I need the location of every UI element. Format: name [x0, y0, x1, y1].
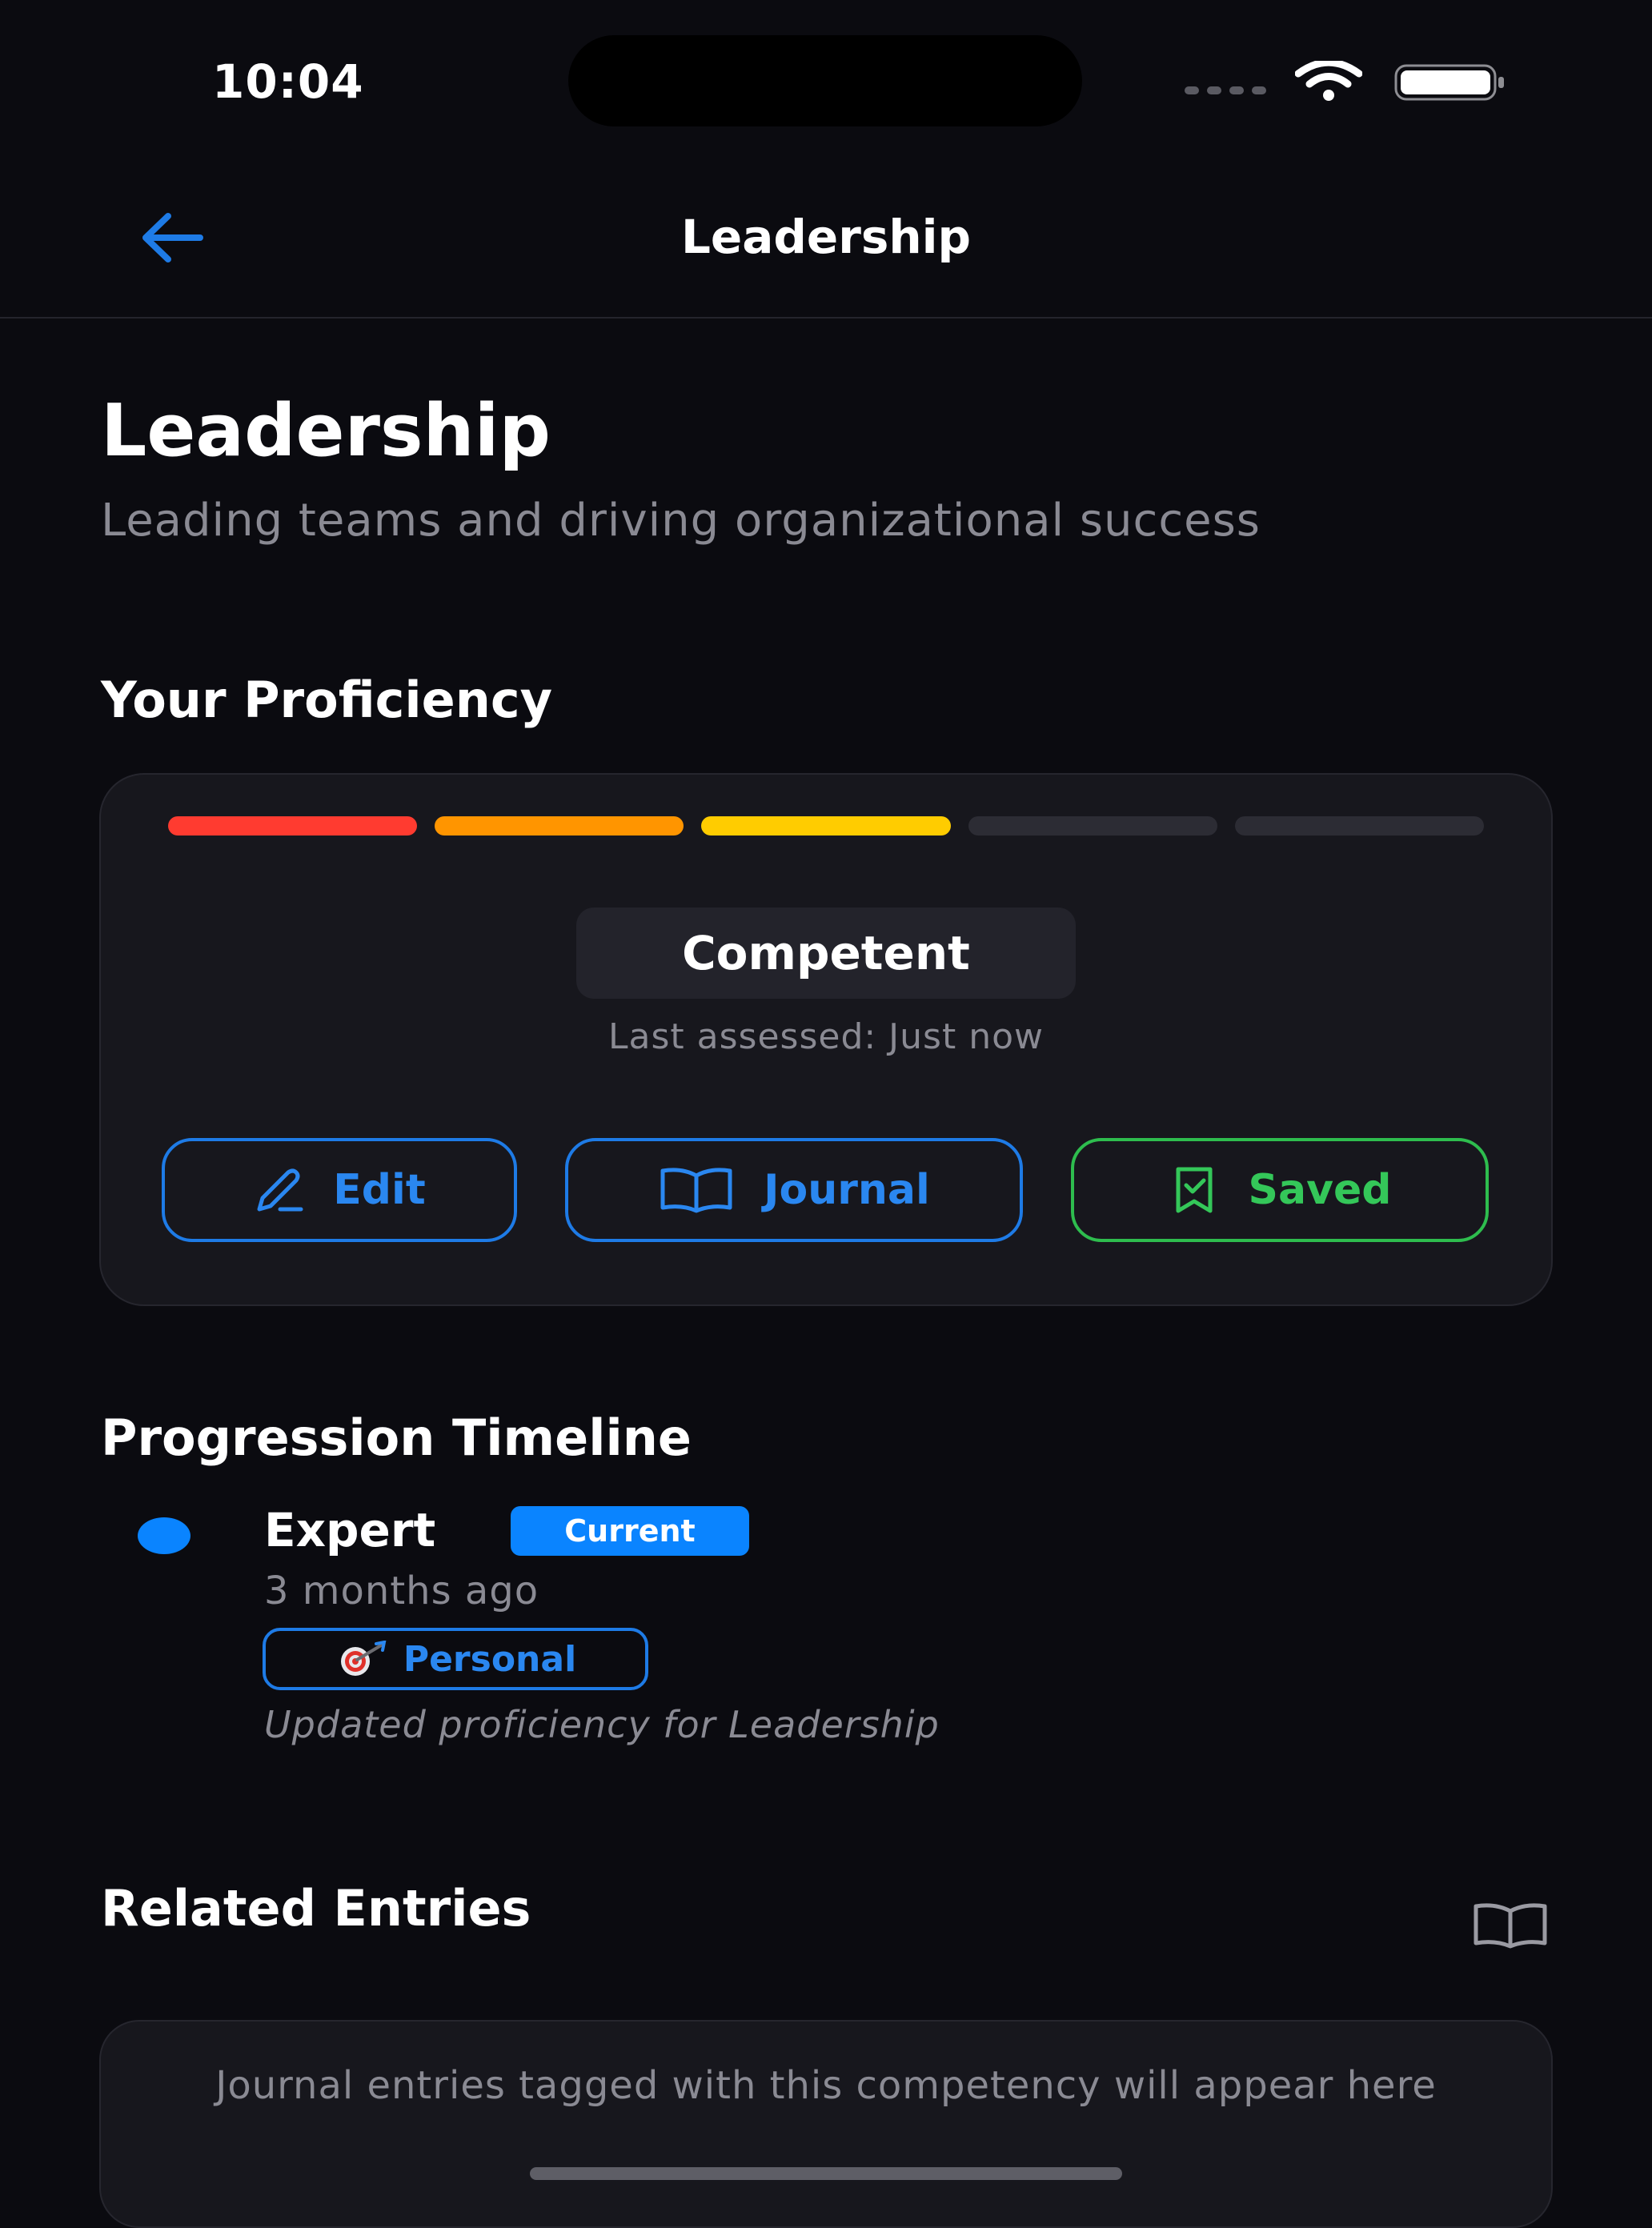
edit-button-label: Edit	[333, 1166, 426, 1214]
journal-button[interactable]: Journal	[565, 1138, 1023, 1242]
battery-icon	[1394, 64, 1504, 101]
timeline-entry-note: Updated proficiency for Leadership	[264, 1703, 940, 1746]
related-empty-text: Journal entries tagged with this compete…	[215, 2063, 1437, 2108]
related-entries-heading: Related Entries	[101, 1879, 531, 1937]
journal-button-label: Journal	[764, 1166, 930, 1214]
wifi-icon	[1295, 61, 1362, 101]
status-time: 10:04	[212, 54, 364, 109]
timeline-entry-level: Expert	[264, 1503, 436, 1557]
book-open-icon[interactable]	[1471, 1901, 1550, 1950]
bookmark-check-icon	[1176, 1167, 1213, 1213]
timeline-entry-time: 3 months ago	[264, 1569, 539, 1613]
pencil-icon	[257, 1168, 303, 1212]
timeline-heading: Progression Timeline	[101, 1409, 692, 1467]
proficiency-segment-1	[168, 816, 418, 836]
edit-button[interactable]: Edit	[162, 1138, 517, 1242]
timeline-dot	[138, 1517, 190, 1554]
competency-title: Leadership	[101, 389, 551, 473]
proficiency-heading: Your Proficiency	[101, 671, 553, 729]
home-indicator	[530, 2167, 1122, 2180]
saved-button[interactable]: Saved	[1071, 1138, 1489, 1242]
personal-tag-label: Personal	[403, 1638, 577, 1680]
saved-button-label: Saved	[1248, 1166, 1392, 1214]
competency-description: Leading teams and driving organizational…	[101, 495, 1261, 547]
related-entries-card	[99, 2020, 1553, 2228]
proficiency-segment-4	[968, 816, 1217, 836]
proficiency-segment-2	[435, 816, 684, 836]
header-divider	[0, 317, 1652, 319]
proficiency-level-bar	[168, 816, 1485, 836]
personal-tag: Personal	[263, 1628, 648, 1690]
proficiency-segment-3	[701, 816, 951, 836]
cellular-signal-icon	[1185, 86, 1266, 94]
book-open-icon	[660, 1168, 732, 1213]
target-dart-icon	[340, 1641, 387, 1676]
last-assessed-text: Last assessed: Just now	[608, 1016, 1044, 1057]
dynamic-island	[568, 35, 1082, 126]
nav-title: Leadership	[680, 210, 972, 264]
current-badge: Current	[511, 1506, 749, 1556]
proficiency-level-badge: Competent	[576, 908, 1076, 999]
proficiency-segment-5	[1234, 816, 1485, 836]
